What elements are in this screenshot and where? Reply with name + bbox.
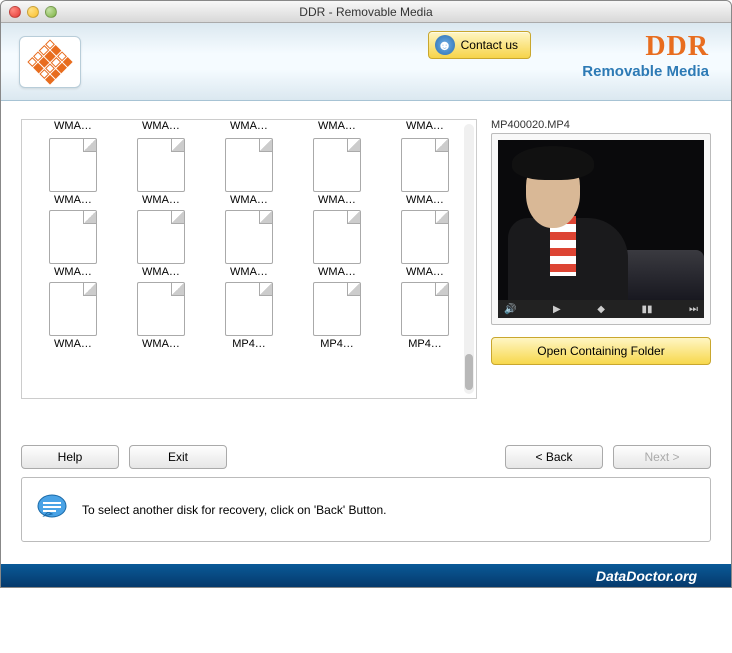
file-icon bbox=[225, 210, 273, 264]
file-item[interactable]: WMA… bbox=[32, 282, 114, 350]
file-label: MP4… bbox=[320, 338, 354, 350]
help-button[interactable]: Help bbox=[21, 445, 119, 469]
file-item[interactable]: WMA… bbox=[32, 138, 114, 206]
file-item[interactable]: WMA… bbox=[120, 210, 202, 278]
bottom-button-row: Help Exit < Back Next > bbox=[21, 445, 711, 469]
hint-box: To select another disk for recovery, cli… bbox=[21, 477, 711, 542]
file-item[interactable]: WMA… bbox=[208, 210, 290, 278]
file-item[interactable]: WMA… bbox=[384, 138, 466, 206]
pause-icon[interactable]: ▮▮ bbox=[641, 304, 652, 315]
file-label: WMA… bbox=[406, 194, 444, 206]
scrollbar[interactable] bbox=[464, 124, 474, 394]
next-button: Next > bbox=[613, 445, 711, 469]
file-icon bbox=[401, 210, 449, 264]
file-label: WMA… bbox=[230, 266, 268, 278]
video-controls[interactable]: 🔊 ▶ ◆ ▮▮ ⏭ bbox=[498, 300, 704, 318]
file-row-partial: WMA… WMA… WMA… WMA… WMA… bbox=[22, 120, 476, 132]
footer-bar: DataDoctor.org bbox=[1, 564, 731, 587]
file-list-pane[interactable]: WMA… WMA… WMA… WMA… WMA… WMA… WMA… WMA… … bbox=[21, 119, 477, 399]
file-label[interactable]: WMA… bbox=[384, 120, 466, 132]
file-label: WMA… bbox=[142, 338, 180, 350]
file-label[interactable]: WMA… bbox=[120, 120, 202, 132]
scroll-thumb[interactable] bbox=[465, 354, 473, 390]
file-item[interactable]: WMA… bbox=[120, 138, 202, 206]
file-item[interactable]: MP4… bbox=[384, 282, 466, 350]
exit-button[interactable]: Exit bbox=[129, 445, 227, 469]
file-icon bbox=[49, 138, 97, 192]
spacer bbox=[237, 445, 495, 469]
file-item[interactable]: WMA… bbox=[208, 138, 290, 206]
header-band: Contact us DDR Removable Media bbox=[1, 23, 731, 101]
preview-hat bbox=[512, 146, 594, 180]
skip-icon[interactable]: ⏭ bbox=[689, 304, 698, 315]
file-icon bbox=[137, 210, 185, 264]
brand: DDR Removable Media bbox=[582, 31, 709, 80]
file-item[interactable]: WMA… bbox=[296, 138, 378, 206]
file-icon bbox=[49, 210, 97, 264]
open-containing-folder-button[interactable]: Open Containing Folder bbox=[491, 337, 711, 365]
file-label[interactable]: WMA… bbox=[208, 120, 290, 132]
file-label: WMA… bbox=[142, 194, 180, 206]
file-icon bbox=[313, 282, 361, 336]
logo-icon bbox=[27, 39, 72, 84]
contact-label: Contact us bbox=[461, 38, 518, 52]
file-label[interactable]: WMA… bbox=[296, 120, 378, 132]
hint-icon bbox=[36, 492, 68, 527]
file-label: WMA… bbox=[406, 266, 444, 278]
app-window: DDR - Removable Media Contact us DDR Rem… bbox=[0, 0, 732, 588]
file-label[interactable]: WMA… bbox=[32, 120, 114, 132]
file-label: WMA… bbox=[318, 266, 356, 278]
file-label: MP4… bbox=[408, 338, 442, 350]
file-label: WMA… bbox=[230, 194, 268, 206]
app-logo bbox=[19, 36, 81, 88]
window-title: DDR - Removable Media bbox=[1, 5, 731, 19]
file-grid: WMA… WMA… WMA… WMA… WMA… WMA… WMA… WMA… … bbox=[22, 132, 476, 356]
file-label: WMA… bbox=[318, 194, 356, 206]
back-button[interactable]: < Back bbox=[505, 445, 603, 469]
file-label: WMA… bbox=[54, 266, 92, 278]
file-icon bbox=[313, 138, 361, 192]
file-item[interactable]: MP4… bbox=[296, 282, 378, 350]
file-icon bbox=[49, 282, 97, 336]
preview-video[interactable] bbox=[498, 140, 704, 300]
file-icon bbox=[313, 210, 361, 264]
file-icon bbox=[225, 138, 273, 192]
contact-us-button[interactable]: Contact us bbox=[428, 31, 531, 59]
file-item[interactable]: WMA… bbox=[296, 210, 378, 278]
preview-filename: MP400020.MP4 bbox=[491, 119, 711, 131]
footer-site: DataDoctor.org bbox=[596, 568, 697, 584]
contact-icon bbox=[435, 35, 455, 55]
play-icon[interactable]: ▶ bbox=[553, 304, 561, 315]
file-label: WMA… bbox=[142, 266, 180, 278]
preview-box: 🔊 ▶ ◆ ▮▮ ⏭ bbox=[491, 133, 711, 325]
file-item[interactable]: WMA… bbox=[120, 282, 202, 350]
file-icon bbox=[401, 282, 449, 336]
volume-icon[interactable]: 🔊 bbox=[504, 304, 516, 315]
file-icon bbox=[225, 282, 273, 336]
hint-text: To select another disk for recovery, cli… bbox=[82, 503, 387, 517]
progress-marker-icon[interactable]: ◆ bbox=[597, 304, 605, 315]
brand-sub: Removable Media bbox=[582, 63, 709, 80]
brand-main: DDR bbox=[582, 31, 709, 63]
file-icon bbox=[401, 138, 449, 192]
file-label: WMA… bbox=[54, 194, 92, 206]
file-item[interactable]: WMA… bbox=[384, 210, 466, 278]
file-item[interactable]: MP4… bbox=[208, 282, 290, 350]
file-item[interactable]: WMA… bbox=[32, 210, 114, 278]
file-label: WMA… bbox=[54, 338, 92, 350]
main-row: WMA… WMA… WMA… WMA… WMA… WMA… WMA… WMA… … bbox=[21, 119, 711, 399]
file-icon bbox=[137, 138, 185, 192]
file-label: MP4… bbox=[232, 338, 266, 350]
content: WMA… WMA… WMA… WMA… WMA… WMA… WMA… WMA… … bbox=[1, 101, 731, 550]
file-icon bbox=[137, 282, 185, 336]
titlebar: DDR - Removable Media bbox=[1, 1, 731, 23]
preview-pane: MP400020.MP4 🔊 ▶ ◆ ▮▮ ⏭ bbox=[491, 119, 711, 399]
